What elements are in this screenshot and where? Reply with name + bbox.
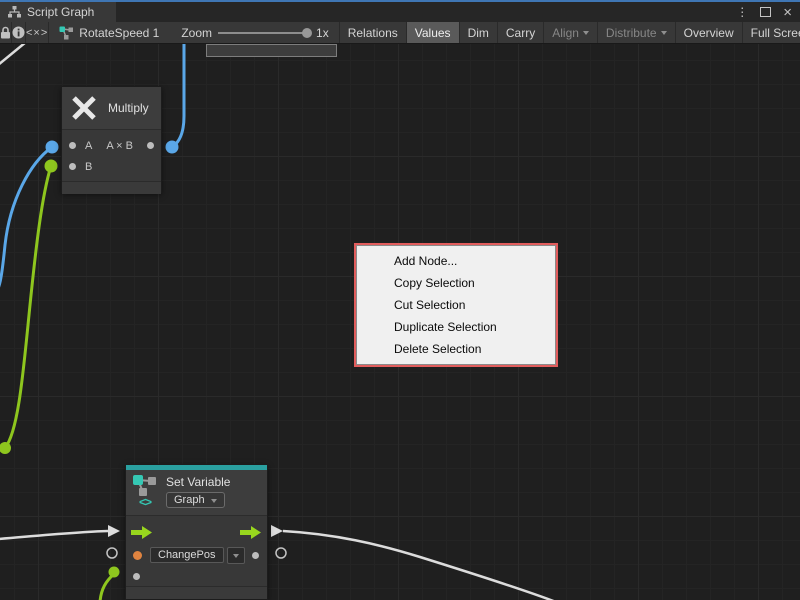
multiply-output-label: A × B — [101, 140, 138, 152]
menu-item-delete-selection[interactable]: Delete Selection — [357, 338, 555, 360]
chevron-down-icon — [661, 31, 667, 35]
variable-name-dropdown[interactable]: ChangePos — [150, 547, 224, 563]
lock-button[interactable] — [0, 22, 12, 43]
toolbar-button-distribute[interactable]: Distribute — [598, 22, 676, 43]
zoom-value: 1x — [316, 26, 329, 40]
window-controls: ⋮ × — [736, 2, 800, 22]
toolbar-button-values[interactable]: Values — [407, 22, 460, 43]
multiply-node-body: A A × B B — [62, 130, 161, 181]
set-variable-node[interactable]: <> Set Variable Graph Chan — [125, 464, 268, 600]
set-variable-fallback-row — [126, 566, 267, 586]
zoom-label: Zoom — [181, 26, 212, 40]
graph-reference-label: RotateSpeed 1 — [79, 26, 159, 40]
multiply-input-a-port[interactable] — [69, 142, 76, 149]
chevron-down-icon — [211, 499, 217, 503]
set-variable-body: ChangePos — [126, 516, 267, 586]
toolbar-button-relations[interactable]: Relations — [339, 22, 407, 43]
script-graph-window: Multiply A A × B B — [0, 0, 800, 600]
set-variable-flow-row — [126, 520, 267, 544]
multiply-node[interactable]: Multiply A A × B B — [61, 86, 162, 193]
script-graph-asset-icon — [59, 26, 74, 40]
variable-kind-label: Graph — [174, 494, 205, 506]
zoom-slider[interactable] — [218, 27, 310, 39]
set-variable-header[interactable]: <> Set Variable Graph — [126, 470, 267, 516]
graph-toolbar: <×> RotateSpeed 1 Zoom 1x Relations Valu… — [0, 22, 800, 44]
zoom-slider-handle[interactable] — [302, 28, 312, 38]
set-variable-footer — [126, 586, 267, 599]
chevron-down-icon — [233, 554, 239, 558]
script-graph-node-icon — [132, 475, 158, 497]
variable-input-port[interactable] — [133, 551, 142, 560]
zoom-slider-track — [218, 32, 310, 34]
tab-label: Script Graph — [27, 5, 94, 19]
variable-kind-dropdown[interactable]: Graph — [166, 492, 225, 508]
tab-bar: Script Graph ⋮ × — [0, 0, 800, 22]
toolbar-button-full-screen[interactable]: Full Screen — [743, 22, 800, 43]
canvas-overlay-box — [206, 44, 337, 57]
multiply-node-header[interactable]: Multiply — [62, 87, 161, 130]
flow-out-port-arrow[interactable] — [240, 526, 262, 539]
menu-item-duplicate-selection[interactable]: Duplicate Selection — [357, 316, 555, 338]
context-menu: Add Node... Copy Selection Cut Selection… — [354, 243, 558, 367]
graph-hierarchy-icon — [8, 6, 21, 18]
multiply-node-title: Multiply — [108, 101, 149, 115]
lock-icon — [0, 26, 11, 39]
multiply-input-b-port[interactable] — [69, 163, 76, 170]
edit-graph-button[interactable]: <×> — [26, 22, 49, 43]
code-brackets-icon: <> — [139, 497, 151, 507]
chevron-down-icon — [583, 31, 589, 35]
multiply-input-b-label: B — [85, 161, 92, 173]
multiply-icon — [70, 94, 98, 122]
menu-item-add-node[interactable]: Add Node... — [357, 250, 555, 272]
menu-item-copy-selection[interactable]: Copy Selection — [357, 272, 555, 294]
set-variable-value-row: ChangePos — [126, 544, 267, 566]
multiply-row-a: A A × B — [62, 135, 161, 156]
multiply-input-a-label: A — [85, 140, 92, 152]
variable-output-port[interactable] — [252, 552, 259, 559]
graph-reference[interactable]: RotateSpeed 1 — [49, 26, 165, 40]
code-icon: <×> — [26, 27, 48, 39]
toolbar-button-dim[interactable]: Dim — [460, 22, 498, 43]
menu-item-cut-selection[interactable]: Cut Selection — [357, 294, 555, 316]
multiply-output-port[interactable] — [147, 142, 154, 149]
multiply-row-b: B — [62, 156, 161, 177]
align-label: Align — [552, 26, 579, 40]
info-button[interactable] — [12, 22, 26, 43]
maximize-icon[interactable] — [760, 7, 771, 17]
multiply-node-footer — [62, 181, 161, 194]
fallback-input-port[interactable] — [133, 573, 140, 580]
toolbar-button-carry[interactable]: Carry — [498, 22, 544, 43]
close-icon[interactable]: × — [783, 5, 792, 20]
toolbar-button-align[interactable]: Align — [544, 22, 598, 43]
variable-name-dropdown-button[interactable] — [227, 547, 245, 564]
window-menu-icon[interactable]: ⋮ — [736, 6, 748, 18]
flow-in-port-arrow[interactable] — [131, 526, 153, 539]
set-variable-title: Set Variable — [166, 475, 230, 489]
zoom-control: Zoom 1x — [165, 26, 338, 40]
toolbar-button-overview[interactable]: Overview — [676, 22, 743, 43]
tab-script-graph[interactable]: Script Graph — [0, 2, 116, 22]
distribute-label: Distribute — [606, 26, 657, 40]
info-icon — [12, 26, 25, 39]
